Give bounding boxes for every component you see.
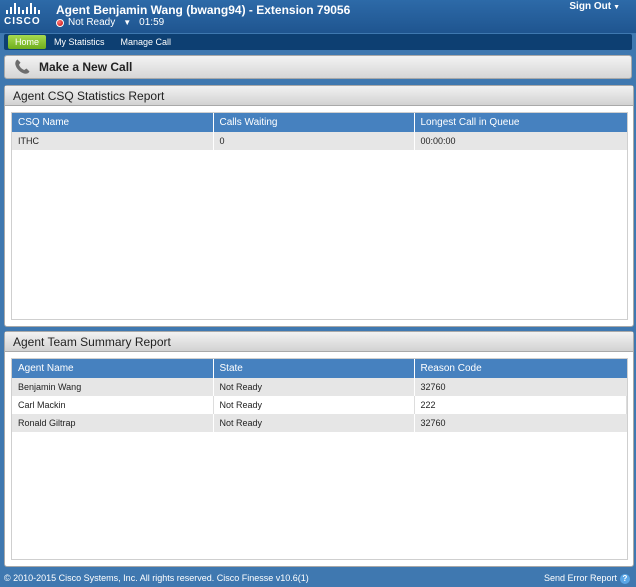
state-timer: 01:59 <box>139 17 165 28</box>
table-cell: Ronald Giltrap <box>12 414 214 432</box>
table-row: ITHC 0 00:00:00 <box>12 132 627 150</box>
team-summary-panel: Agent Team Summary Report Agent Name Sta… <box>4 331 634 567</box>
not-ready-status-icon <box>56 18 64 27</box>
send-error-report-link[interactable]: Send Error Report ? <box>544 570 630 587</box>
table-cell: Carl Mackin <box>12 396 214 414</box>
table-row: Ronald Giltrap Not Ready 32760 <box>12 414 627 432</box>
sign-out-label: Sign Out <box>569 1 612 12</box>
table-cell: 32760 <box>414 378 627 396</box>
table-cell: 0 <box>213 132 415 150</box>
table-cell: Not Ready <box>213 396 415 414</box>
logo-text: CISCO <box>4 16 41 27</box>
send-error-report-label: Send Error Report <box>543 573 617 583</box>
table-row: Benjamin Wang Not Ready 32760 <box>12 378 627 396</box>
column-header-agent-name[interactable]: Agent Name <box>12 359 214 378</box>
team-table: Agent Name State Reason Code Benjamin Wa… <box>12 359 627 432</box>
tab-home[interactable]: Home <box>8 35 47 49</box>
column-header-reason-code[interactable]: Reason Code <box>414 359 627 378</box>
phone-icon <box>15 59 30 74</box>
footer: © 2010-2015 Cisco Systems, Inc. All righ… <box>0 570 636 587</box>
chevron-down-icon[interactable]: ▼ <box>123 18 131 27</box>
table-cell: Not Ready <box>213 414 415 432</box>
csq-panel-title: Agent CSQ Statistics Report <box>5 86 633 106</box>
table-cell: ITHC <box>12 132 214 150</box>
table-cell: Not Ready <box>213 378 415 396</box>
chevron-down-icon: ▼ <box>613 4 620 11</box>
tab-manage-call[interactable]: Manage Call <box>113 35 180 49</box>
csq-table-container: CSQ Name Calls Waiting Longest Call in Q… <box>11 112 628 320</box>
table-header-row: CSQ Name Calls Waiting Longest Call in Q… <box>12 113 627 132</box>
table-cell: 32760 <box>414 414 627 432</box>
team-table-container: Agent Name State Reason Code Benjamin Wa… <box>11 358 628 560</box>
csq-table: CSQ Name Calls Waiting Longest Call in Q… <box>12 113 627 150</box>
table-cell: Benjamin Wang <box>12 378 214 396</box>
column-header-csq-name[interactable]: CSQ Name <box>12 113 214 132</box>
cisco-bars-icon <box>6 3 44 14</box>
column-header-calls-waiting[interactable]: Calls Waiting <box>213 113 415 132</box>
table-row: Carl Mackin Not Ready 222 <box>12 396 627 414</box>
agent-title: Agent Benjamin Wang (bwang94) - Extensio… <box>56 3 351 17</box>
column-header-longest-call[interactable]: Longest Call in Queue <box>414 113 627 132</box>
make-new-call-label: Make a New Call <box>39 60 133 74</box>
team-panel-title: Agent Team Summary Report <box>5 332 633 352</box>
agent-state-label: Not Ready <box>68 17 116 28</box>
main-nav: Home My Statistics Manage Call <box>4 34 632 50</box>
help-icon[interactable]: ? <box>620 573 630 584</box>
column-header-state[interactable]: State <box>213 359 415 378</box>
agent-state-selector[interactable]: Not Ready ▼ 01:59 <box>56 17 164 28</box>
tab-my-statistics[interactable]: My Statistics <box>46 35 113 49</box>
make-new-call-button[interactable]: Make a New Call <box>4 55 632 79</box>
header-bar: CISCO Agent Benjamin Wang (bwang94) - Ex… <box>0 0 636 33</box>
csq-statistics-panel: Agent CSQ Statistics Report CSQ Name Cal… <box>4 85 634 327</box>
table-header-row: Agent Name State Reason Code <box>12 359 627 378</box>
copyright-text: © 2010-2015 Cisco Systems, Inc. All righ… <box>4 573 309 583</box>
table-cell: 222 <box>414 396 627 414</box>
cisco-logo: CISCO <box>4 3 44 29</box>
table-cell: 00:00:00 <box>414 132 627 150</box>
sign-out-link[interactable]: Sign Out ▼ <box>569 1 620 12</box>
